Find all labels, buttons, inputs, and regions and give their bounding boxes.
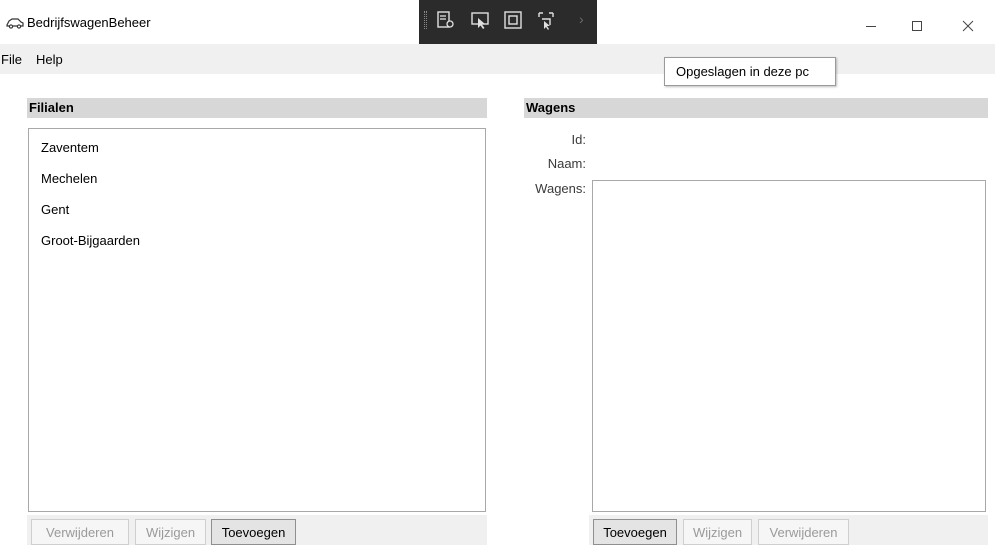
list-item[interactable]: Zaventem xyxy=(41,140,99,155)
filiaal-add-button[interactable]: Toevoegen xyxy=(211,519,296,545)
maximize-button[interactable] xyxy=(894,8,940,44)
naam-label: Naam: xyxy=(547,156,586,171)
id-label: Id: xyxy=(571,132,586,147)
list-item[interactable]: Mechelen xyxy=(41,171,97,186)
minimize-icon xyxy=(866,26,876,27)
maximize-icon xyxy=(912,21,922,31)
filiaal-edit-button[interactable]: Wijzigen xyxy=(135,519,206,545)
close-button[interactable] xyxy=(945,8,991,44)
track-focus-icon[interactable] xyxy=(536,10,556,30)
menu-help[interactable]: Help xyxy=(36,52,63,67)
minimize-button[interactable] xyxy=(848,8,894,44)
wagen-edit-button[interactable]: Wijzigen xyxy=(683,519,752,545)
overflow-chevron-icon[interactable]: › xyxy=(579,11,584,27)
wagens-label: Wagens: xyxy=(535,181,586,196)
wagen-add-button[interactable]: Toevoegen xyxy=(593,519,677,545)
close-icon xyxy=(962,20,974,32)
filialen-listbox[interactable]: Zaventem Mechelen Gent Groot-Bijgaarden xyxy=(28,128,486,512)
menu-file[interactable]: File xyxy=(1,52,22,67)
wagen-remove-button[interactable]: Verwijderen xyxy=(758,519,849,545)
display-layout-adorners-icon[interactable] xyxy=(503,10,523,30)
car-icon xyxy=(6,18,24,29)
filiaal-remove-button[interactable]: Verwijderen xyxy=(31,519,129,545)
wagens-header: Wagens xyxy=(524,98,988,118)
wagens-button-bar: Toevoegen Wijzigen Verwijderen xyxy=(589,515,988,545)
filialen-button-bar: Verwijderen Wijzigen Toevoegen xyxy=(27,515,487,545)
menu-bar: File Help xyxy=(0,44,995,74)
wagens-listbox[interactable] xyxy=(592,180,986,512)
window-title: BedrijfswagenBeheer xyxy=(27,15,151,30)
saved-tooltip: Opgeslagen in deze pc xyxy=(664,57,836,86)
list-item[interactable]: Groot-Bijgaarden xyxy=(41,233,140,248)
toolbar-grip[interactable] xyxy=(424,11,427,29)
list-item[interactable]: Gent xyxy=(41,202,69,217)
select-element-icon[interactable] xyxy=(470,10,490,30)
filialen-header: Filialen xyxy=(27,98,487,118)
live-visual-tree-icon[interactable] xyxy=(435,10,455,30)
